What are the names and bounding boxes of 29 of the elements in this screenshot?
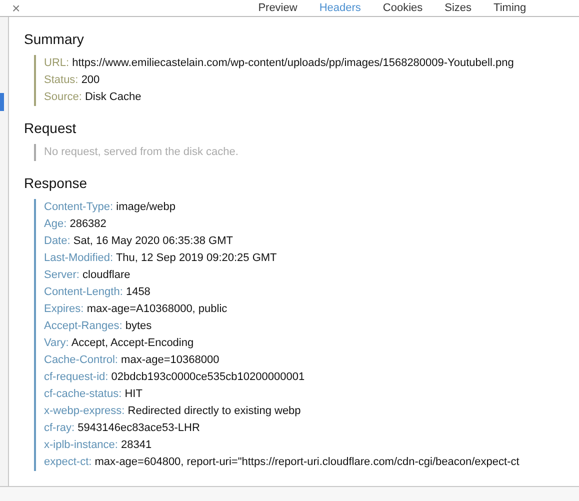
section-title: Summary [24, 31, 85, 47]
header-row-text: x-webp-express: Redirected directly to existing webp [44, 404, 302, 419]
header-row-text: Server: cloudflare [44, 268, 132, 283]
header-row-text: Content-Type: image/webp [44, 200, 176, 215]
selection-marker [0, 93, 4, 111]
header-row-text: Age: 286382 [44, 217, 108, 232]
header-row-text: URL: https://www.emiliecastelain.com/wp-content/uploads/pp/images/1568280009-Youtubell.png [44, 56, 515, 71]
header-row-text: Date: Sat, 16 May 2020 06:35:38 GMT [44, 234, 234, 249]
header-row-text: Last-Modified: Thu, 12 Sep 2019 09:20:25 GMT [44, 251, 278, 266]
header-row-text: Content-Length: 1458 [44, 285, 152, 300]
tab[interactable]: Preview [258, 2, 298, 14]
tab[interactable]: Cookies [382, 2, 423, 14]
close-button[interactable]: × [12, 1, 20, 15]
header-row-text: Accept-Ranges: bytes [44, 319, 153, 334]
header-row-text: expect-ct: max-age=604800, report-uri="https://report-uri.cloudflare.com/cdn-cgi/beacon/expect-ct [44, 455, 520, 470]
header-row-text: Status: 200 [44, 73, 101, 88]
section-title: Response [24, 175, 88, 191]
header-row-text: cf-ray: 5943146ec83ace53-LHR [44, 421, 201, 436]
header-row-text: x-iplb-instance: 28341 [44, 438, 153, 453]
tab[interactable]: Sizes [444, 2, 472, 14]
header-row-text: Expires: max-age=A10368000, public [44, 302, 228, 317]
empty-note: No request, served from the disk cache. [44, 145, 240, 160]
tab[interactable]: Timing [494, 2, 526, 14]
header-row-text: cf-cache-status: HIT [44, 387, 144, 402]
header-row-text: Source: Disk Cache [44, 90, 142, 105]
header-row-text: Vary: Accept, Accept-Encoding [44, 336, 195, 351]
header-row-text: Cache-Control: max-age=10368000 [44, 353, 220, 368]
header-row-text: cf-request-id: 02bdcb193c0000ce535cb10200000001 [44, 370, 306, 385]
section-title: Request [24, 120, 78, 136]
